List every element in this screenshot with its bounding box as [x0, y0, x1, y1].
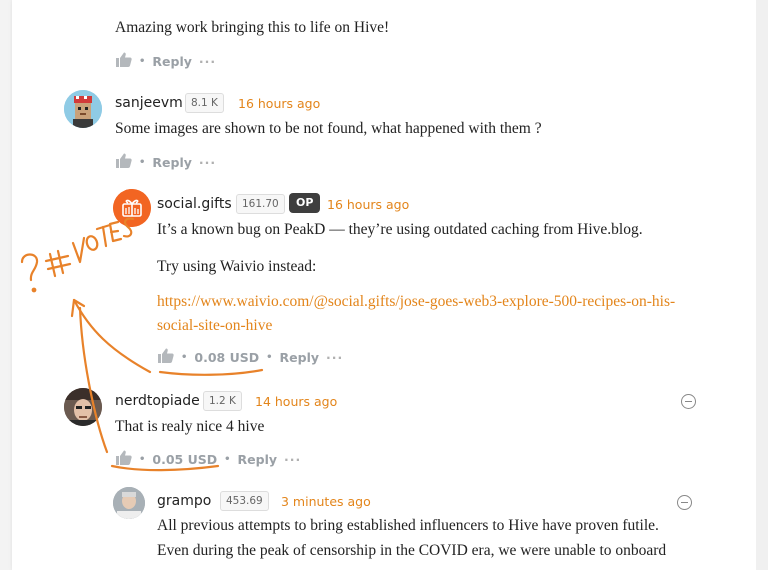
more-options-button[interactable]: ···	[199, 155, 216, 170]
reputation-badge: 453.69	[220, 491, 269, 511]
avatar[interactable]	[113, 487, 145, 519]
reputation-badge: 8.1 K	[185, 93, 224, 113]
comment-text: Some images are shown to be not found, w…	[115, 120, 542, 137]
upvote-icon[interactable]	[115, 153, 132, 171]
comment-text: It’s a known bug on PeakD — they’re usin…	[157, 221, 643, 238]
avatar[interactable]	[113, 189, 151, 227]
link-line[interactable]: https://www.waivio.com/@social.gifts/jos…	[157, 290, 675, 314]
comment-author[interactable]: social.gifts	[157, 196, 232, 212]
collapse-icon[interactable]	[677, 495, 692, 510]
comment-timestamp[interactable]: 16 hours ago	[327, 197, 409, 212]
comment-text: Even during the peak of censorship in th…	[157, 542, 667, 559]
comment-actions: • Reply ···	[115, 52, 216, 70]
comment-timestamp[interactable]: 14 hours ago	[255, 394, 337, 409]
comment-timestamp[interactable]: 16 hours ago	[238, 96, 320, 111]
more-options-button[interactable]: ···	[284, 452, 301, 467]
upvote-icon[interactable]	[157, 348, 174, 366]
separator-dot: •	[266, 351, 273, 363]
separator-dot: •	[181, 351, 188, 363]
page-edge	[756, 0, 768, 570]
reply-button[interactable]: Reply	[152, 54, 191, 69]
avatar[interactable]	[64, 388, 102, 426]
avatar[interactable]	[64, 90, 102, 128]
comments-card	[12, 0, 756, 570]
reply-button[interactable]: Reply	[152, 155, 191, 170]
reputation-badge: 1.2 K	[203, 391, 242, 411]
link-line[interactable]: social-site-on-hive	[157, 314, 675, 338]
comment-text: That is realy nice 4 hive	[115, 418, 265, 435]
comment-timestamp[interactable]: 3 minutes ago	[281, 494, 371, 509]
comment-author[interactable]: nerdtopiade	[115, 393, 200, 409]
comment-author[interactable]: grampo	[157, 493, 211, 509]
op-badge: OP	[289, 193, 321, 213]
reputation-badge: 161.70	[236, 194, 285, 214]
reply-button[interactable]: Reply	[280, 350, 319, 365]
separator-dot: •	[139, 55, 146, 67]
comment-actions: • 0.08 USD • Reply ···	[157, 348, 343, 366]
comment-actions: • 0.05 USD • Reply ···	[115, 450, 301, 468]
comment-author[interactable]: sanjeevm	[115, 95, 183, 111]
payout-value[interactable]: 0.08 USD	[194, 350, 259, 365]
separator-dot: •	[139, 156, 146, 168]
waivio-link[interactable]: https://www.waivio.com/@social.gifts/jos…	[157, 290, 675, 338]
collapse-icon[interactable]	[681, 394, 696, 409]
upvote-icon[interactable]	[115, 52, 132, 70]
more-options-button[interactable]: ···	[199, 54, 216, 69]
comment-text: All previous attempts to bring establish…	[157, 517, 659, 534]
comment-text: Amazing work bringing this to life on Hi…	[115, 19, 390, 36]
comment-text: Try using Waivio instead:	[157, 258, 317, 275]
separator-dot: •	[224, 453, 231, 465]
separator-dot: •	[139, 453, 146, 465]
reply-button[interactable]: Reply	[238, 452, 277, 467]
comment-actions: • Reply ···	[115, 153, 216, 171]
upvote-icon[interactable]	[115, 450, 132, 468]
payout-value[interactable]: 0.05 USD	[152, 452, 217, 467]
more-options-button[interactable]: ···	[326, 350, 343, 365]
